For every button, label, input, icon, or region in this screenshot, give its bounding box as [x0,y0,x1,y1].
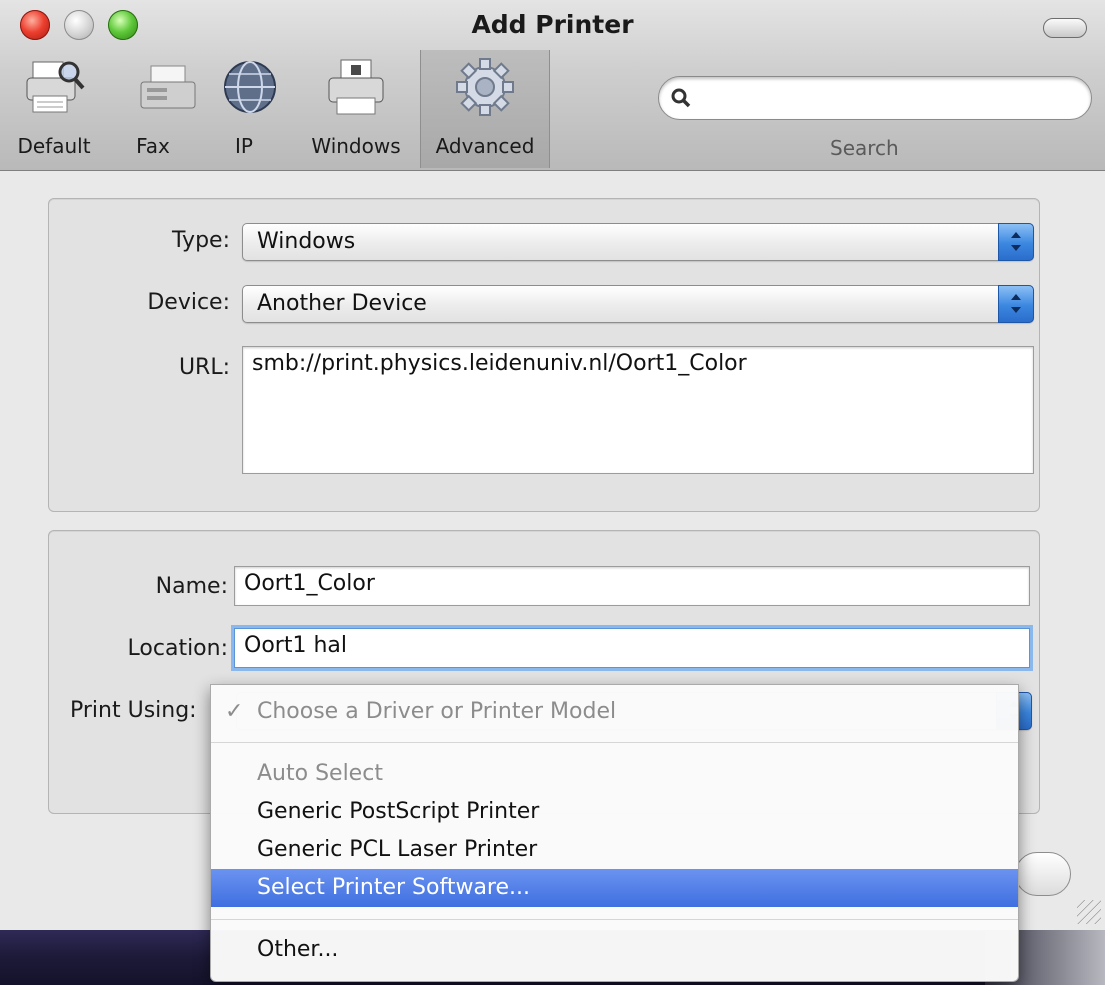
search-icon [671,88,691,108]
name-field[interactable]: Oort1_Color [234,566,1030,606]
name-value: Oort1_Color [244,571,375,596]
add-button[interactable] [1015,852,1071,896]
menu-item-choose-driver[interactable]: ✓ Choose a Driver or Printer Model [211,693,1018,731]
print-using-label: Print Using: [70,698,197,723]
menu-item-select-printer-software[interactable]: Select Printer Software... [211,869,1018,907]
chevron-updown-icon [998,285,1034,323]
menu-item-label: Generic PostScript Printer [257,799,540,824]
device-label: Device: [147,290,230,315]
url-field[interactable]: smb://print.physics.leidenuniv.nl/Oort1_… [242,346,1034,474]
toolbar-label: Advanced [435,134,535,158]
gear-icon [456,58,514,116]
search-input[interactable] [658,76,1092,120]
menu-item-label: Auto Select [257,761,383,786]
default-printer-icon [26,61,85,113]
menu-item-other[interactable]: Other... [211,931,1018,969]
toolbar-label: Windows [311,134,401,158]
menu-item-auto-select[interactable]: Auto Select [211,755,1018,793]
toolbar-label: Fax [136,134,170,158]
toolbar-toggle-button[interactable] [1043,18,1087,38]
toolbar-windows-button[interactable]: Windows [300,50,412,168]
toolbar-ip-button[interactable]: IP [215,50,285,168]
location-label: Location: [127,636,228,661]
search-label: Search [830,136,899,160]
window-title: Add Printer [471,10,634,39]
menu-separator [211,919,1018,920]
menu-item-label: Choose a Driver or Printer Model [257,699,617,724]
menu-separator [211,742,1018,743]
type-popup[interactable]: Windows [242,223,1034,261]
location-field[interactable]: Oort1 hal [234,628,1030,668]
device-value: Another Device [257,291,427,316]
type-value: Windows [257,229,356,254]
fax-icon [140,65,196,109]
globe-icon [224,61,276,113]
name-label: Name: [155,574,228,599]
device-popup[interactable]: Another Device [242,285,1034,323]
chevron-updown-icon [998,223,1034,261]
toolbar-advanced-button[interactable]: Advanced [420,50,550,168]
toolbar-label: IP [235,134,253,158]
window-toolbar: Add Printer Default Fax IP Windows Advan… [0,0,1105,171]
url-label: URL: [178,355,230,380]
menu-item-label: Select Printer Software... [257,875,531,900]
checkmark-icon: ✓ [225,699,244,724]
type-label: Type: [172,228,230,253]
menu-item-generic-postscript[interactable]: Generic PostScript Printer [211,793,1018,831]
menu-item-label: Generic PCL Laser Printer [257,837,538,862]
print-using-menu: ✓ Choose a Driver or Printer Model Auto … [210,684,1019,982]
menu-item-label: Other... [257,937,339,962]
resize-grip[interactable] [1077,900,1101,924]
location-value: Oort1 hal [244,633,347,658]
url-value: smb://print.physics.leidenuniv.nl/Oort1_… [252,351,747,376]
windows-printer-icon [328,59,384,115]
menu-item-generic-pcl[interactable]: Generic PCL Laser Printer [211,831,1018,869]
